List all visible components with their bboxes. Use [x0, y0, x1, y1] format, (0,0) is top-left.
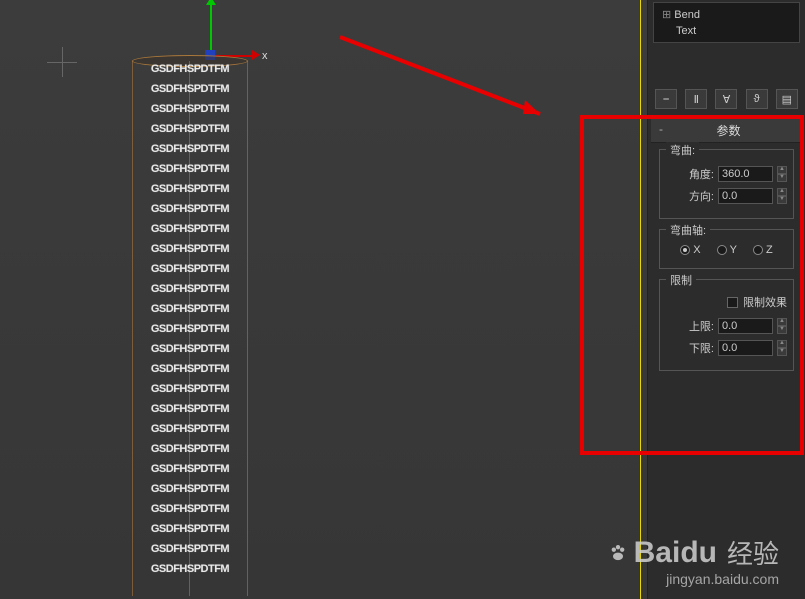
text-ring: GSDFHSPDTFM [130, 83, 250, 103]
radio-icon [753, 245, 763, 255]
viewport-3d[interactable]: x GSDFHSPDTFM GSDFHSPDTFM GSDFHSPDTFM GS… [0, 0, 647, 599]
direction-label: 方向: [689, 188, 714, 204]
text-ring: GSDFHSPDTFM [130, 403, 250, 423]
limit-group: 限制 限制效果 上限: 0.0 ▲ ▼ 下限: 0.0 ▲ ▼ [659, 279, 794, 371]
watermark: Baidu 经验 jingyan.baidu.com [608, 534, 779, 587]
text-ring: GSDFHSPDTFM [130, 463, 250, 483]
axis-x-radio[interactable]: X [680, 244, 700, 256]
text-ring: GSDFHSPDTFM [130, 343, 250, 363]
upper-spinner-down[interactable]: ▼ [777, 326, 787, 334]
axis-y-radio[interactable]: Y [717, 244, 737, 256]
rollout-body: 弯曲: 角度: 360.0 ▲ ▼ 方向: 0.0 ▲ ▼ 弯曲轴: [651, 143, 802, 387]
modifier-bend[interactable]: Bend [658, 6, 795, 23]
lower-limit-label: 下限: [689, 340, 714, 356]
upper-spinner-up[interactable]: ▲ [777, 318, 787, 326]
modifier-stack[interactable]: Bend Text [653, 2, 800, 43]
group-title-bend: 弯曲: [666, 142, 699, 158]
angle-input[interactable]: 360.0 [718, 166, 773, 182]
group-title-limit: 限制 [666, 272, 696, 288]
text-ring: GSDFHSPDTFM [130, 523, 250, 543]
rollout-title: 参数 [716, 124, 740, 138]
show-end-result-icon[interactable]: Ⅱ [685, 89, 707, 109]
axis-z-radio[interactable]: Z [753, 244, 773, 256]
angle-spinner-up[interactable]: ▲ [777, 166, 787, 174]
modifier-toolbar: ⎯ Ⅱ ∀ ϑ ▤ [648, 83, 805, 115]
direction-spinner-up[interactable]: ▲ [777, 188, 787, 196]
text-ring: GSDFHSPDTFM [130, 283, 250, 303]
lower-limit-input[interactable]: 0.0 [718, 340, 773, 356]
command-panel: Bend Text ⎯ Ⅱ ∀ ϑ ▤ 参数 弯曲: 角度: 360.0 ▲ ▼ [647, 0, 805, 599]
limit-effect-label: 限制效果 [743, 294, 787, 310]
radio-label: Y [730, 244, 737, 256]
text-ring: GSDFHSPDTFM [130, 123, 250, 143]
direction-input[interactable]: 0.0 [718, 188, 773, 204]
text-ring: GSDFHSPDTFM [130, 483, 250, 503]
lower-spinner-down[interactable]: ▼ [777, 348, 787, 356]
text-ring: GSDFHSPDTFM [130, 163, 250, 183]
radio-label: Z [766, 244, 773, 256]
text-ring: GSDFHSPDTFM [130, 143, 250, 163]
text-ring: GSDFHSPDTFM [130, 303, 250, 323]
limit-effect-checkbox[interactable] [727, 297, 738, 308]
modifier-text[interactable]: Text [658, 23, 795, 39]
modifier-label: Text [676, 25, 696, 37]
angle-label: 角度: [689, 166, 714, 182]
text-ring: GSDFHSPDTFM [130, 203, 250, 223]
modifier-label: Bend [674, 9, 700, 21]
text-ring: GSDFHSPDTFM [130, 443, 250, 463]
configure-sets-icon[interactable]: ▤ [776, 89, 798, 109]
paw-icon [608, 543, 628, 563]
bend-group: 弯曲: 角度: 360.0 ▲ ▼ 方向: 0.0 ▲ ▼ [659, 149, 794, 219]
make-unique-icon[interactable]: ∀ [715, 89, 737, 109]
text-ring: GSDFHSPDTFM [130, 263, 250, 283]
radio-label: X [693, 244, 700, 256]
text-ring: GSDFHSPDTFM [130, 543, 250, 563]
text-ring: GSDFHSPDTFM [130, 423, 250, 443]
group-title-axis: 弯曲轴: [666, 222, 710, 238]
text-ring: GSDFHSPDTFM [130, 103, 250, 123]
text-ring: GSDFHSPDTFM [130, 223, 250, 243]
upper-limit-input[interactable]: 0.0 [718, 318, 773, 334]
watermark-product: 经验 [727, 534, 779, 571]
lower-spinner-up[interactable]: ▲ [777, 340, 787, 348]
radio-icon [680, 245, 690, 255]
text-ring: GSDFHSPDTFM [130, 383, 250, 403]
text-ring: GSDFHSPDTFM [130, 63, 250, 83]
text-ring: GSDFHSPDTFM [130, 503, 250, 523]
upper-limit-label: 上限: [689, 318, 714, 334]
text-cylinder-object[interactable]: GSDFHSPDTFM GSDFHSPDTFM GSDFHSPDTFM GSDF… [130, 55, 250, 595]
text-ring: GSDFHSPDTFM [130, 323, 250, 343]
gizmo-y-axis[interactable] [210, 0, 212, 55]
axis-group: 弯曲轴: X Y Z [659, 229, 794, 269]
text-ring: GSDFHSPDTFM [130, 563, 250, 583]
text-ring: GSDFHSPDTFM [130, 363, 250, 383]
annotation-arrow [335, 32, 575, 142]
text-ring: GSDFHSPDTFM [130, 243, 250, 263]
watermark-url: jingyan.baidu.com [608, 571, 779, 587]
gizmo-x-label: x [262, 50, 268, 62]
remove-modifier-icon[interactable]: ϑ [746, 89, 768, 109]
radio-icon [717, 245, 727, 255]
selection-bracket [640, 0, 641, 599]
text-ring: GSDFHSPDTFM [130, 183, 250, 203]
pin-stack-icon[interactable]: ⎯ [655, 89, 677, 109]
angle-spinner-down[interactable]: ▼ [777, 174, 787, 182]
direction-spinner-down[interactable]: ▼ [777, 196, 787, 204]
rollout-header-parameters[interactable]: 参数 [651, 118, 802, 143]
watermark-brand: Baidu [634, 536, 717, 570]
